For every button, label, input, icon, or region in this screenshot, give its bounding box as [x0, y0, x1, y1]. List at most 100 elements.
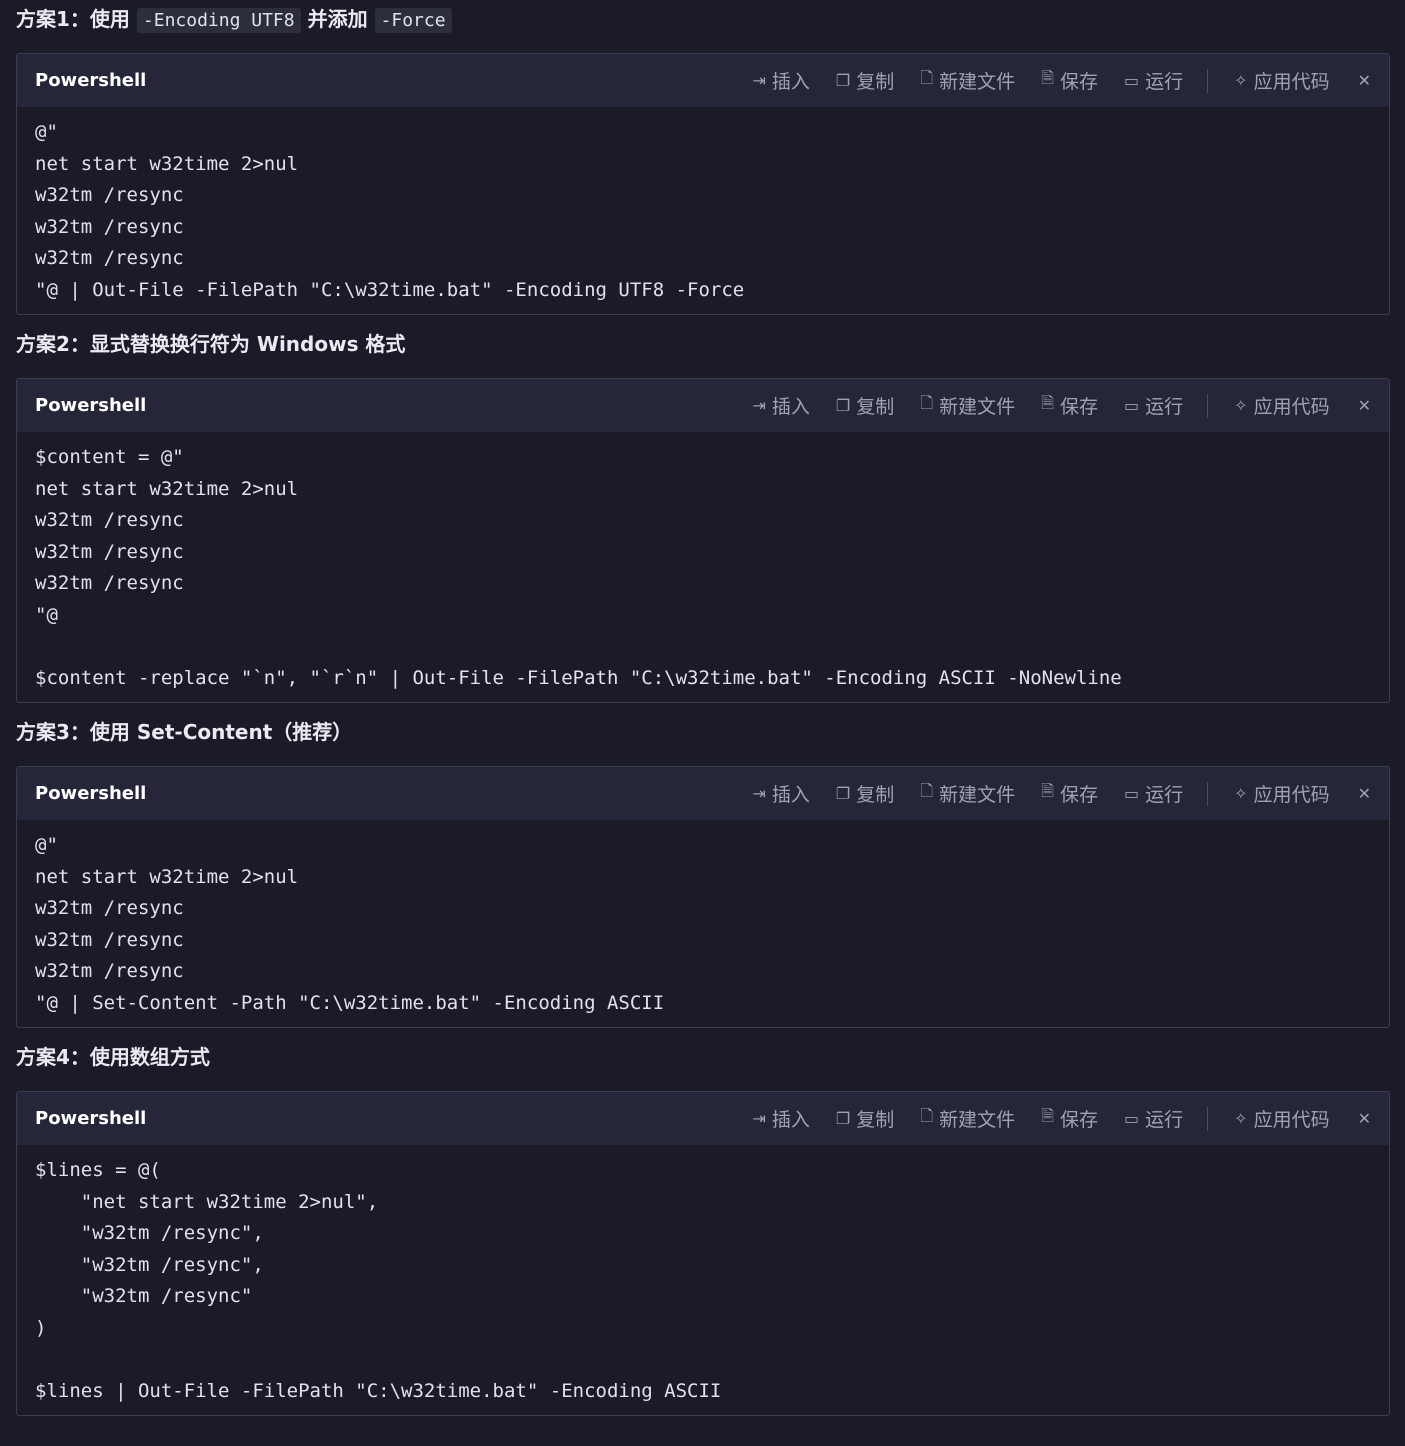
solution-section: 方案3：使用 Set-Content（推荐） Powershell ⇥ 插入 ❐… — [16, 713, 1390, 1028]
collapse-button[interactable]: ✕ — [1358, 396, 1371, 415]
save-icon: 🗎 — [1041, 781, 1055, 800]
insert-label: 插入 — [771, 71, 810, 93]
heading-text: 方案3：使用 Set-Content（推荐） — [16, 720, 353, 744]
copy-icon: ❐ — [835, 71, 851, 90]
save-button[interactable]: 🗎 保存 — [1041, 1105, 1098, 1132]
apply-code-button[interactable]: ✧ 应用代码 — [1234, 392, 1329, 419]
save-button[interactable]: 🗎 保存 — [1041, 392, 1098, 419]
terminal-icon: ▭ — [1124, 1109, 1140, 1128]
copy-label: 复制 — [856, 71, 895, 93]
solution-heading: 方案3：使用 Set-Content（推荐） — [16, 713, 1390, 750]
run-button[interactable]: ▭ 运行 — [1124, 1105, 1183, 1132]
new-file-label: 新建文件 — [939, 784, 1016, 806]
run-button[interactable]: ▭ 运行 — [1124, 392, 1183, 419]
inline-code: -Encoding UTF8 — [136, 8, 301, 33]
sparkle-icon: ✧ — [1234, 784, 1248, 803]
insert-button[interactable]: ⇥ 插入 — [752, 780, 809, 807]
code-block: Powershell ⇥ 插入 ❐ 复制 🗋 新建文件 � — [16, 53, 1390, 315]
new-file-label: 新建文件 — [939, 71, 1016, 93]
copy-button[interactable]: ❐ 复制 — [836, 392, 894, 419]
copy-button[interactable]: ❐ 复制 — [836, 1105, 894, 1132]
save-label: 保存 — [1060, 71, 1099, 93]
apply-code-button[interactable]: ✧ 应用代码 — [1234, 1105, 1329, 1132]
collapse-icon: ✕ — [1357, 784, 1371, 803]
sparkle-icon: ✧ — [1234, 71, 1248, 90]
insert-button[interactable]: ⇥ 插入 — [752, 1105, 809, 1132]
new-file-icon: 🗋 — [920, 68, 934, 87]
code-block: Powershell ⇥ 插入 ❐ 复制 🗋 新建文件 � — [16, 378, 1390, 703]
new-file-button[interactable]: 🗋 新建文件 — [920, 1105, 1015, 1132]
code-language-label: Powershell — [35, 70, 147, 91]
terminal-icon: ▭ — [1124, 71, 1140, 90]
sparkle-icon: ✧ — [1234, 396, 1248, 415]
solution-section: 方案1：使用 -Encoding UTF8 并添加 -Force Powersh… — [16, 0, 1390, 315]
copy-label: 复制 — [856, 784, 895, 806]
new-file-icon: 🗋 — [920, 781, 934, 800]
collapse-icon: ✕ — [1357, 396, 1371, 415]
code-content[interactable]: @" net start w32time 2>nul w32tm /resync… — [17, 820, 1389, 1027]
solution-heading: 方案4：使用数组方式 — [16, 1038, 1390, 1075]
terminal-icon: ▭ — [1124, 396, 1140, 415]
insert-label: 插入 — [771, 784, 810, 806]
code-block-header: Powershell ⇥ 插入 ❐ 复制 🗋 新建文件 � — [17, 1092, 1389, 1145]
run-button[interactable]: ▭ 运行 — [1124, 67, 1183, 94]
save-button[interactable]: 🗎 保存 — [1041, 780, 1098, 807]
copy-button[interactable]: ❐ 复制 — [836, 67, 894, 94]
code-language-label: Powershell — [35, 1108, 147, 1129]
run-label: 运行 — [1145, 396, 1184, 418]
code-toolbar: ⇥ 插入 ❐ 复制 🗋 新建文件 🗎 保存 ▭ 运行 ✧ 应用代码 ✕ — [726, 392, 1371, 419]
insert-button[interactable]: ⇥ 插入 — [752, 67, 809, 94]
save-label: 保存 — [1060, 396, 1099, 418]
save-icon: 🗎 — [1041, 1106, 1055, 1125]
copy-icon: ❐ — [835, 784, 851, 803]
toolbar-divider — [1207, 393, 1209, 418]
code-block: Powershell ⇥ 插入 ❐ 复制 🗋 新建文件 � — [16, 1091, 1390, 1416]
apply-code-label: 应用代码 — [1253, 784, 1330, 806]
collapse-button[interactable]: ✕ — [1358, 784, 1371, 803]
code-toolbar: ⇥ 插入 ❐ 复制 🗋 新建文件 🗎 保存 ▭ 运行 ✧ 应用代码 ✕ — [726, 67, 1371, 94]
insert-button[interactable]: ⇥ 插入 — [752, 392, 809, 419]
run-label: 运行 — [1145, 1109, 1184, 1131]
new-file-button[interactable]: 🗋 新建文件 — [920, 392, 1015, 419]
sparkle-icon: ✧ — [1234, 1109, 1248, 1128]
terminal-icon: ▭ — [1124, 784, 1140, 803]
code-content[interactable]: @" net start w32time 2>nul w32tm /resync… — [17, 107, 1389, 314]
apply-code-button[interactable]: ✧ 应用代码 — [1234, 780, 1329, 807]
heading-text: 方案4：使用数组方式 — [16, 1045, 210, 1069]
code-block-header: Powershell ⇥ 插入 ❐ 复制 🗋 新建文件 � — [17, 54, 1389, 107]
code-block: Powershell ⇥ 插入 ❐ 复制 🗋 新建文件 � — [16, 766, 1390, 1028]
toolbar-divider — [1207, 781, 1209, 806]
run-label: 运行 — [1145, 784, 1184, 806]
collapse-icon: ✕ — [1357, 1109, 1371, 1128]
new-file-button[interactable]: 🗋 新建文件 — [920, 780, 1015, 807]
run-label: 运行 — [1145, 71, 1184, 93]
chat-response: 方案1：使用 -Encoding UTF8 并添加 -Force Powersh… — [0, 0, 1405, 1416]
new-file-button[interactable]: 🗋 新建文件 — [920, 67, 1015, 94]
code-block-header: Powershell ⇥ 插入 ❐ 复制 🗋 新建文件 � — [17, 767, 1389, 820]
insert-icon: ⇥ — [752, 396, 766, 415]
code-block-header: Powershell ⇥ 插入 ❐ 复制 🗋 新建文件 � — [17, 379, 1389, 432]
heading-text: 方案2：显式替换换行符为 Windows 格式 — [16, 332, 406, 356]
save-button[interactable]: 🗎 保存 — [1041, 67, 1098, 94]
insert-icon: ⇥ — [752, 71, 766, 90]
new-file-label: 新建文件 — [939, 396, 1016, 418]
toolbar-divider — [1207, 1106, 1209, 1131]
code-content[interactable]: $content = @" net start w32time 2>nul w3… — [17, 432, 1389, 702]
run-button[interactable]: ▭ 运行 — [1124, 780, 1183, 807]
collapse-button[interactable]: ✕ — [1358, 1109, 1371, 1128]
save-icon: 🗎 — [1041, 68, 1055, 87]
code-toolbar: ⇥ 插入 ❐ 复制 🗋 新建文件 🗎 保存 ▭ 运行 ✧ 应用代码 ✕ — [726, 1105, 1371, 1132]
apply-code-label: 应用代码 — [1253, 1109, 1330, 1131]
copy-button[interactable]: ❐ 复制 — [836, 780, 894, 807]
code-content[interactable]: $lines = @( "net start w32time 2>nul", "… — [17, 1145, 1389, 1415]
save-label: 保存 — [1060, 1109, 1099, 1131]
insert-label: 插入 — [771, 396, 810, 418]
apply-code-button[interactable]: ✧ 应用代码 — [1234, 67, 1329, 94]
collapse-button[interactable]: ✕ — [1358, 71, 1371, 90]
solution-section: 方案4：使用数组方式 Powershell ⇥ 插入 ❐ 复制 🗋 新建文件 🗎… — [16, 1038, 1390, 1416]
code-toolbar: ⇥ 插入 ❐ 复制 🗋 新建文件 🗎 保存 ▭ 运行 ✧ 应用代码 ✕ — [726, 780, 1371, 807]
inline-code: -Force — [374, 8, 452, 33]
save-icon: 🗎 — [1041, 393, 1055, 412]
insert-label: 插入 — [771, 1109, 810, 1131]
heading-text: 方案1：使用 — [16, 7, 137, 31]
